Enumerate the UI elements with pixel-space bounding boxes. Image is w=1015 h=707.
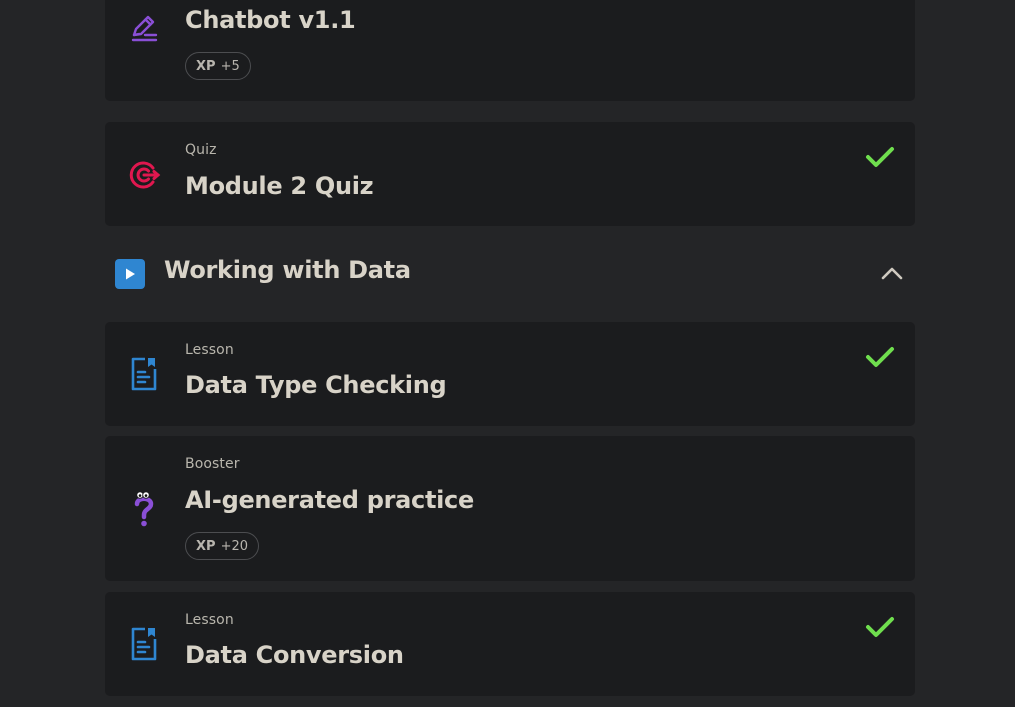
lesson-document-icon (127, 627, 161, 661)
item-title: Data Type Checking (185, 371, 447, 399)
course-outline: Chatbot v1.1 XP +5 Quiz Module 2 Quiz Wo… (0, 0, 1015, 707)
xp-badge: XP +20 (185, 532, 259, 560)
play-icon (115, 259, 145, 289)
item-card-data-conversion[interactable]: Lesson Data Conversion (105, 592, 915, 696)
chevron-up-icon[interactable] (879, 262, 905, 284)
xp-value: +20 (220, 538, 248, 554)
item-card-data-type-checking[interactable]: Lesson Data Type Checking (105, 322, 915, 426)
section-header-working-with-data[interactable]: Working with Data (105, 242, 915, 304)
completed-check-icon (866, 617, 894, 637)
question-mark-icon (127, 491, 161, 527)
item-title: AI-generated practice (185, 486, 474, 514)
completed-check-icon (866, 147, 894, 167)
target-icon (127, 158, 161, 192)
item-type-label: Lesson (185, 342, 234, 358)
item-type-label: Booster (185, 456, 240, 472)
item-title: Data Conversion (185, 641, 404, 669)
xp-label: XP (196, 58, 216, 74)
lesson-document-icon (127, 357, 161, 391)
pencil-icon (127, 11, 161, 45)
xp-value: +5 (220, 58, 240, 74)
xp-badge: XP +5 (185, 52, 251, 80)
item-type-label: Lesson (185, 612, 234, 628)
item-card-module-2-quiz[interactable]: Quiz Module 2 Quiz (105, 122, 915, 226)
item-card-ai-generated-practice[interactable]: Booster AI-generated practice XP +20 (105, 436, 915, 581)
item-card-chatbot[interactable]: Chatbot v1.1 XP +5 (105, 0, 915, 101)
completed-check-icon (866, 347, 894, 367)
xp-label: XP (196, 538, 216, 554)
item-title: Module 2 Quiz (185, 172, 374, 200)
item-type-label: Quiz (185, 142, 217, 158)
item-title: Chatbot v1.1 (185, 6, 356, 34)
section-title: Working with Data (164, 256, 411, 284)
